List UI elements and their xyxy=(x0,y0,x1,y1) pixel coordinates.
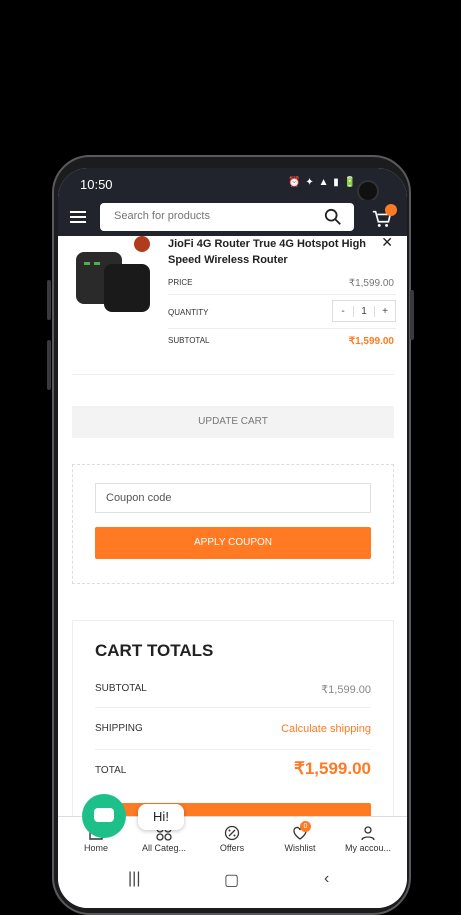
nav-my-account[interactable]: My accou... xyxy=(338,825,398,853)
home-button-icon[interactable]: ▢ xyxy=(224,870,239,890)
apply-coupon-button[interactable]: APPLY COUPON xyxy=(95,527,371,559)
total-row: TOTAL ₹1,599.00 xyxy=(95,759,371,778)
total-value: ₹1,599.00 xyxy=(294,759,371,778)
decrement-button[interactable]: - xyxy=(333,306,353,317)
shipping-row: SHIPPING Calculate shipping xyxy=(95,723,371,735)
coupon-code-input[interactable]: Coupon code xyxy=(95,483,371,513)
user-icon xyxy=(361,826,375,841)
wishlist-badge: 0 xyxy=(300,821,311,832)
search-input[interactable] xyxy=(112,209,316,223)
nav-account-label: My accou... xyxy=(344,843,391,853)
divider xyxy=(95,707,371,708)
quantity-stepper[interactable]: - 1 + xyxy=(332,300,396,322)
chat-icon xyxy=(94,808,114,822)
totals-subtotal-value: ₹1,599.00 xyxy=(321,684,371,696)
update-cart-button[interactable]: UPDATE CART xyxy=(72,406,394,438)
cart-totals-title: CART TOTALS xyxy=(95,641,214,660)
quantity-value[interactable]: 1 xyxy=(353,305,375,317)
nav-categories-label: All Categ... xyxy=(141,843,187,853)
recent-apps-icon[interactable]: ||| xyxy=(128,870,140,888)
cart-badge xyxy=(385,204,397,216)
divider xyxy=(168,328,396,329)
totals-subtotal-row: SUBTOTAL ₹1,599.00 xyxy=(95,683,371,696)
totals-subtotal-label: SUBTOTAL xyxy=(95,683,147,694)
calculate-shipping-link[interactable]: Calculate shipping xyxy=(281,723,371,735)
subtotal-label: SUBTOTAL xyxy=(168,336,210,345)
status-bar: 10:50 ⏰ ✦ ▲ ▮ 🔋 xyxy=(58,168,407,202)
app-header xyxy=(58,200,407,236)
coupon-section: Coupon code APPLY COUPON xyxy=(72,464,394,584)
remove-item-icon[interactable]: ✕ xyxy=(381,234,393,251)
system-navigation-bar: ||| ▢ ‹ xyxy=(58,860,407,908)
price-row: PRICE ₹1,599.00 xyxy=(168,278,396,289)
nav-offers-label: Offers xyxy=(219,843,245,853)
screen: 10:50 ⏰ ✦ ▲ ▮ 🔋 JioFi 4G Router True 4G … xyxy=(58,168,407,908)
nav-offers[interactable]: Offers xyxy=(202,825,262,853)
volume-button xyxy=(47,280,51,320)
nav-wishlist[interactable]: 0 Wishlist xyxy=(270,821,330,853)
back-icon[interactable]: ‹ xyxy=(324,870,329,888)
camera-icon xyxy=(357,180,379,202)
search-bar[interactable] xyxy=(100,203,354,231)
status-icons: ⏰ ✦ ▲ ▮ 🔋 xyxy=(288,177,357,188)
product-title[interactable]: JioFi 4G Router True 4G Hotspot High Spe… xyxy=(168,236,378,268)
menu-icon[interactable] xyxy=(70,211,86,223)
divider xyxy=(168,294,396,295)
brand-logo-icon xyxy=(134,236,150,252)
volume-button xyxy=(47,340,51,390)
status-time: 10:50 xyxy=(80,177,113,192)
chat-button[interactable] xyxy=(82,794,126,838)
subtotal-row: SUBTOTAL ₹1,599.00 xyxy=(168,336,396,347)
divider xyxy=(72,374,394,375)
price-label: PRICE xyxy=(168,278,193,287)
nav-wishlist-label: Wishlist xyxy=(284,843,316,853)
subtotal-value: ₹1,599.00 xyxy=(348,336,394,347)
cart-content: JioFi 4G Router True 4G Hotspot High Spe… xyxy=(58,234,407,856)
power-button xyxy=(410,290,414,340)
product-image[interactable] xyxy=(74,244,154,314)
price-value: ₹1,599.00 xyxy=(348,278,394,289)
shipping-label: SHIPPING xyxy=(95,723,143,734)
increment-button[interactable]: + xyxy=(375,306,395,317)
chat-greeting[interactable]: Hi! xyxy=(138,804,184,830)
divider xyxy=(95,749,371,750)
quantity-label: QUANTITY xyxy=(168,308,209,317)
total-label: TOTAL xyxy=(95,765,127,776)
nav-home-label: Home xyxy=(83,843,108,853)
search-icon[interactable] xyxy=(324,208,342,226)
offers-icon xyxy=(224,825,240,841)
